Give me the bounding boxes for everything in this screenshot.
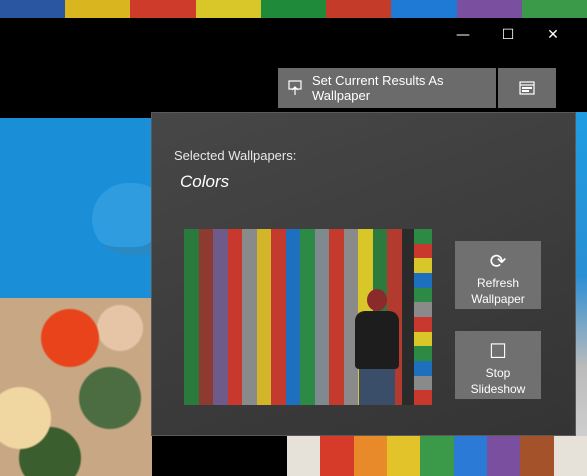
blue-object-knob: [96, 196, 116, 214]
selected-wallpapers-panel: Selected Wallpapers: Colors ⟳ Refresh Wa…: [151, 112, 576, 436]
person-figure: [349, 289, 405, 405]
wallpaper-tile-pencils[interactable]: [287, 436, 587, 476]
refresh-wallpaper-button[interactable]: ⟳ Refresh Wallpaper: [455, 241, 541, 309]
slideshow-button[interactable]: [498, 68, 556, 108]
stop-slideshow-button[interactable]: ☐ Stop Slideshow: [455, 331, 541, 399]
wallpaper-upload-icon: [288, 80, 302, 96]
background-top-stripes: [0, 0, 587, 18]
slideshow-icon: [519, 81, 535, 95]
selected-wallpapers-label: Selected Wallpapers:: [174, 148, 297, 163]
minimize-button[interactable]: —: [443, 22, 483, 48]
set-wallpaper-label: Set Current Results As Wallpaper: [312, 73, 444, 103]
set-wallpaper-button[interactable]: Set Current Results As Wallpaper: [278, 68, 496, 108]
selected-wallpaper-name: Colors: [180, 172, 230, 191]
close-button[interactable]: ✕: [533, 22, 573, 48]
wallpaper-preview-image: [184, 229, 432, 405]
refresh-icon: ⟳: [489, 249, 507, 273]
stop-icon: ☐: [489, 339, 507, 363]
maximize-button[interactable]: ☐: [488, 22, 528, 48]
wallpaper-tile-paint[interactable]: [0, 298, 152, 476]
